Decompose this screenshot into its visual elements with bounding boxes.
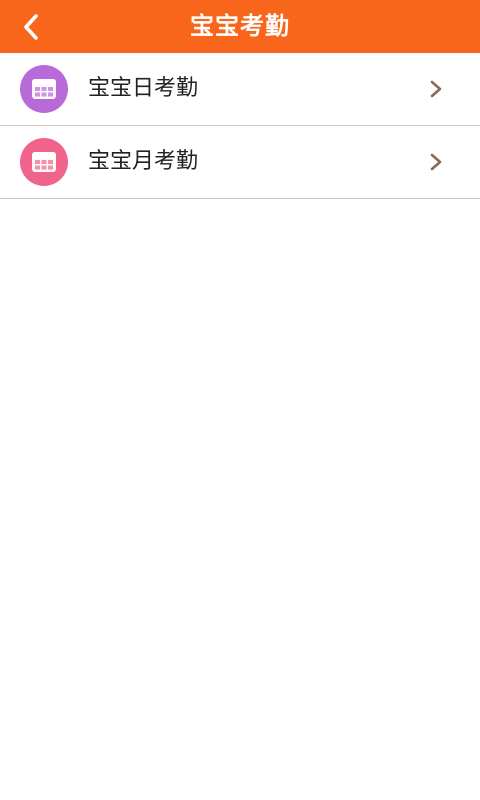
page-title: 宝宝考勤 <box>190 12 290 40</box>
attendance-menu-list: 宝宝日考勤 宝宝月考勤 <box>0 53 480 199</box>
header-bar: 宝宝考勤 <box>0 0 480 53</box>
chevron-right-icon <box>426 79 446 99</box>
menu-item-monthly-attendance[interactable]: 宝宝月考勤 <box>0 126 480 199</box>
menu-item-daily-attendance[interactable]: 宝宝日考勤 <box>0 53 480 126</box>
menu-item-label: 宝宝日考勤 <box>88 76 199 101</box>
calendar-month-icon <box>20 138 68 186</box>
menu-item-label: 宝宝月考勤 <box>88 149 199 174</box>
app-screen: 宝宝考勤 宝宝日考勤 宝宝月考勤 <box>0 0 480 800</box>
calendar-day-icon <box>20 65 68 113</box>
chevron-right-icon <box>426 152 446 172</box>
